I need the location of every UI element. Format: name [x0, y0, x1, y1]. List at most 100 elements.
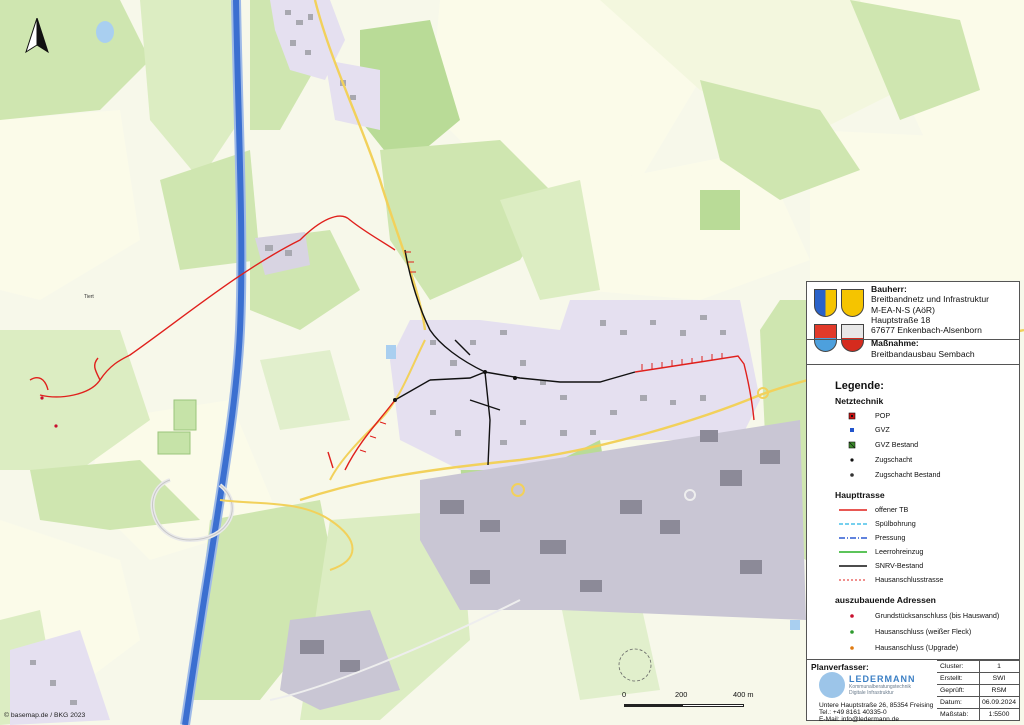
legend-item: Leerrohreinzug	[835, 546, 1015, 558]
company-name: LEDERMANN	[849, 674, 916, 684]
legend-item: SNRV-Bestand	[835, 560, 1015, 572]
gvz-icon	[850, 428, 854, 432]
bauherr-line: Hauptstraße 18	[871, 314, 931, 325]
metadata-row: Maßstab: 1:5500	[937, 708, 1019, 721]
point-upgrade-icon	[850, 646, 854, 650]
legend-label: Leerrohreinzug	[875, 547, 924, 556]
point-weisser-fleck-icon	[850, 630, 854, 634]
legend-label: Pressung	[875, 533, 906, 542]
attribution: © basemap.de / BKG 2023	[4, 712, 86, 719]
legend-label: GVZ Bestand	[875, 440, 919, 449]
planverfasser-block: Planverfasser: LEDERMANN Kommunalberatun…	[806, 659, 1020, 724]
zugschacht-bestand-icon	[850, 473, 854, 477]
bauherr-line: M-EA-N-S (AöR)	[871, 304, 935, 315]
line-offener-tb-icon	[839, 509, 867, 511]
metadata-key: Datum:	[940, 699, 962, 706]
legend-item: offener TB	[835, 504, 1015, 516]
legend-label: POP	[875, 411, 891, 420]
scale-tick-0: 0	[622, 690, 627, 699]
pop-icon	[848, 412, 856, 420]
address-line: Tel.: +49 8161 40335-0	[819, 709, 887, 717]
coat-of-arms-group	[811, 287, 869, 359]
legend-label: GVZ	[875, 425, 890, 434]
legend-item: Zugschacht	[835, 454, 1015, 466]
legend-item: Pressung	[835, 532, 1015, 544]
gvz-bestand-icon	[848, 441, 856, 449]
scale-tick-400: 400 m	[733, 690, 754, 699]
bauherr-block: Bauherr: Breitbandnetz und Infrastruktur…	[871, 284, 1017, 359]
place-label-tiert: Tiert	[84, 294, 94, 300]
legend-section-title: Haupttrasse	[835, 490, 885, 500]
zugschacht-icon	[850, 458, 854, 462]
pond	[790, 620, 800, 630]
legend-item: Hausanschluss (Upgrade)	[835, 642, 1015, 654]
metadata-key: Erstellt:	[940, 675, 963, 682]
scale-tick-200: 200	[675, 690, 688, 699]
planverfasser-label: Planverfasser:	[811, 662, 869, 672]
company-subtitle: Kommunalberatungstechnik Digitale Infras…	[849, 684, 911, 696]
bauherr-label: Bauherr:	[871, 284, 907, 294]
company-subtitle-line: Digitale Infrastruktur	[849, 689, 894, 696]
metadata-key: Geprüft:	[940, 687, 965, 694]
legend-item: Spülbohrung	[835, 518, 1015, 530]
plan-metadata-table: Cluster: 1 Erstellt: SWI Geprüft: RSM Datum…	[937, 660, 1019, 720]
metadata-key: Cluster:	[940, 663, 964, 670]
coat-of-arms-icon	[814, 289, 837, 317]
scale-bar-graphic	[624, 704, 744, 707]
bauherr-line: 67677 Enkenbach-Alsenborn	[871, 325, 982, 336]
north-arrow-icon	[25, 18, 49, 54]
sports-field	[173, 399, 197, 431]
divider	[869, 339, 1019, 340]
metadata-key: Maßstab:	[940, 711, 969, 718]
address-line: E-Mail: info@ledermann.de	[819, 716, 899, 724]
sports-field	[157, 431, 191, 455]
legend-label: offener TB	[875, 505, 909, 514]
scale-bar: 0 200 400 m	[620, 690, 760, 716]
point-grundstueck-icon	[850, 614, 854, 618]
legend-item: Grundstücksanschluss (bis Hauswand)	[835, 610, 1015, 622]
legend-item: GVZ	[835, 424, 1015, 436]
metadata-value: RSM	[991, 687, 1007, 694]
legend-title: Legende:	[835, 380, 884, 392]
legend-item: POP	[835, 410, 1015, 422]
legend-label: Zugschacht Bestand	[875, 470, 941, 479]
legend-item: GVZ Bestand	[835, 439, 1015, 451]
legend-label: Zugschacht	[875, 455, 913, 464]
line-snrv-bestand-icon	[839, 565, 867, 567]
metadata-value: 1	[997, 663, 1001, 670]
title-block: Bauherr: Breitbandnetz und Infrastruktur…	[807, 282, 1019, 365]
legend-label: SNRV-Bestand	[875, 561, 924, 570]
line-spuelbohrung-icon	[839, 523, 867, 525]
coat-of-arms-icon	[841, 289, 864, 317]
massnahme-label: Maßnahme:	[871, 338, 919, 349]
legend-item: Hausanschlusstrasse	[835, 574, 1015, 586]
legend-item: Zugschacht Bestand	[835, 469, 1015, 481]
legend-label: Spülbohrung	[875, 519, 916, 528]
address-line: Untere Hauptstraße 26, 85354 Freising	[819, 702, 934, 709]
line-hausanschlusstrasse-icon	[839, 579, 867, 581]
divider	[807, 339, 869, 340]
line-pressung-icon	[839, 537, 867, 539]
forest-area	[700, 190, 740, 230]
legend-section-title: Netztechnik	[835, 396, 884, 406]
pond	[386, 345, 396, 359]
legend-label: Grundstücksanschluss (bis Hauswand)	[875, 611, 1000, 620]
ledermann-logo: LEDERMANN Kommunalberatungstechnik Digit…	[819, 672, 929, 700]
pond	[96, 21, 114, 43]
legend-section-title: auszubauende Adressen	[835, 595, 936, 605]
bauherr-line: Breitbandnetz und Infrastruktur	[871, 294, 989, 305]
legend-item: Hausanschluss (weißer Fleck)	[835, 626, 1015, 638]
line-leerrohreinzug-icon	[839, 551, 867, 553]
metadata-value: SWI	[992, 675, 1006, 682]
metadata-value: 06.09.2024	[981, 699, 1017, 706]
globe-icon	[819, 672, 845, 698]
coat-of-arms-icon	[814, 324, 837, 352]
metadata-value: 1:5500	[988, 711, 1010, 718]
legend-label: Hausanschluss (weißer Fleck)	[875, 627, 972, 636]
coat-of-arms-icon	[841, 324, 864, 352]
legend-label: Hausanschlusstrasse	[875, 575, 944, 584]
legend-label: Hausanschluss (Upgrade)	[875, 643, 959, 652]
legend-panel: Bauherr: Breitbandnetz und Infrastruktur…	[806, 281, 1020, 721]
massnahme-value: Breitbandausbau Sembach	[871, 348, 975, 359]
company-address: Untere Hauptstraße 26, 85354 Freising Te…	[819, 702, 933, 724]
